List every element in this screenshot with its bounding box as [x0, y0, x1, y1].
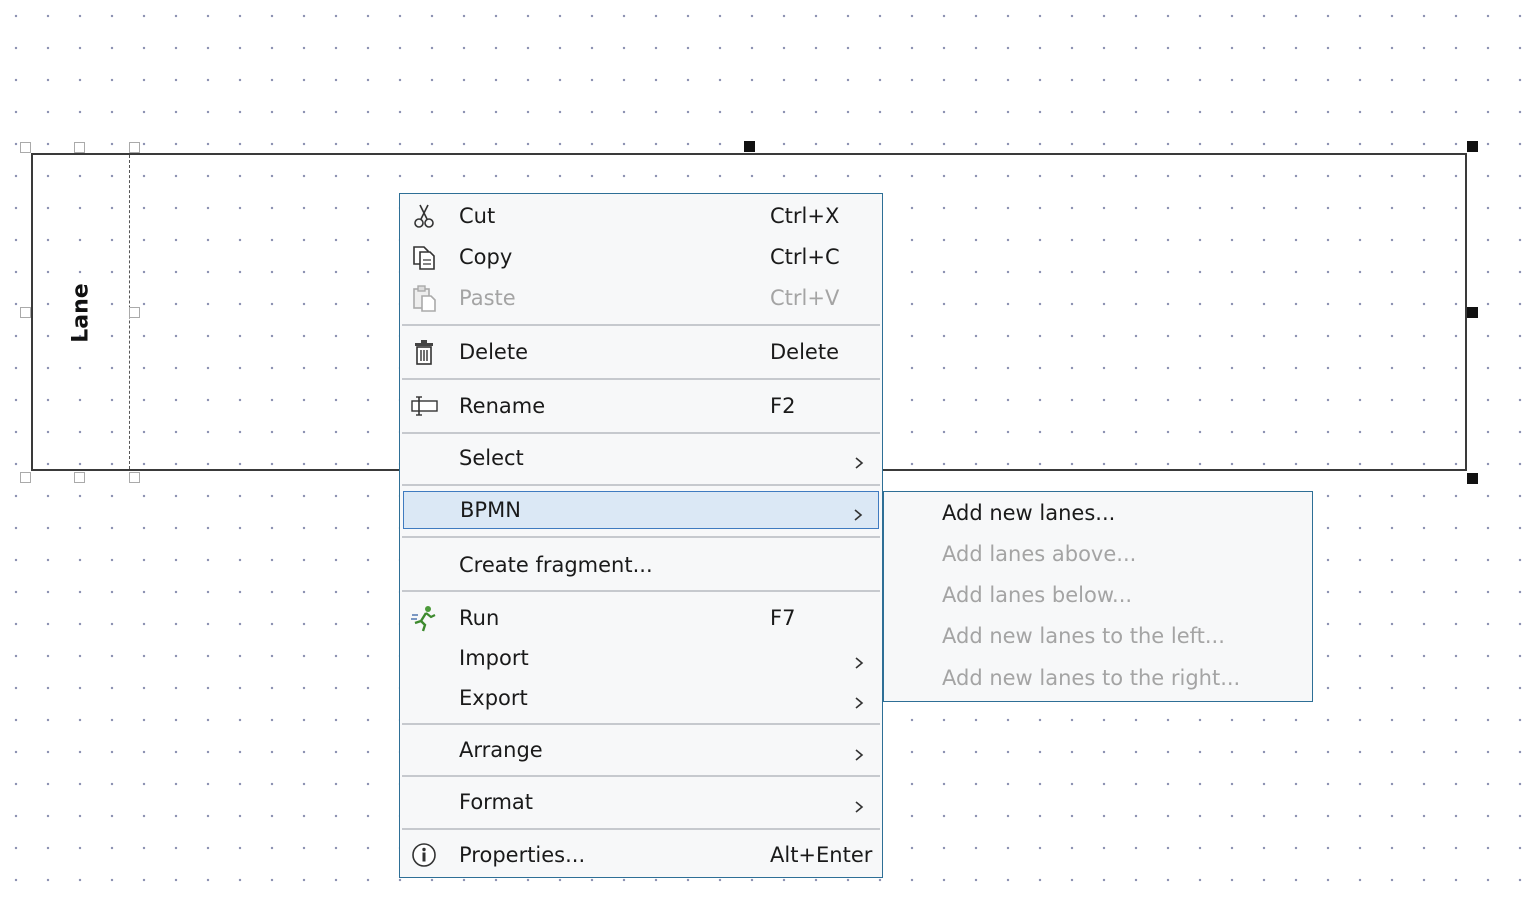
menu-item-export[interactable]: Export	[403, 679, 879, 717]
menu-separator	[402, 324, 880, 326]
menu-separator	[402, 723, 880, 725]
menu-item-label: Import	[459, 646, 529, 670]
selection-handle[interactable]	[74, 142, 85, 153]
menu-separator	[402, 828, 880, 830]
chevron-right-icon	[853, 451, 865, 469]
menu-item-label: BPMN	[460, 498, 521, 522]
submenu-item-add-lanes-above[interactable]: Add lanes above...	[942, 542, 1136, 566]
menu-item-bpmn[interactable]: BPMN	[403, 491, 879, 529]
chevron-right-icon	[853, 795, 865, 813]
bpmn-submenu: Add new lanes... Add lanes above... Add …	[883, 491, 1313, 702]
paste-icon	[409, 283, 439, 313]
menu-item-label: Format	[459, 790, 534, 814]
menu-item-shortcut: Delete	[770, 340, 839, 364]
menu-separator	[402, 432, 880, 434]
menu-item-label: Export	[459, 686, 528, 710]
menu-item-shortcut: Ctrl+X	[770, 204, 840, 228]
menu-item-paste[interactable]: Paste Ctrl+V	[403, 279, 879, 317]
menu-item-label: Cut	[459, 204, 496, 228]
menu-item-import[interactable]: Import	[403, 639, 879, 677]
lane-label: Lane	[68, 283, 94, 343]
menu-item-cut[interactable]: Cut Ctrl+X	[403, 197, 879, 235]
scissors-icon	[409, 201, 439, 231]
trash-icon	[409, 337, 439, 367]
submenu-item-add-lanes-right[interactable]: Add new lanes to the right...	[942, 666, 1240, 690]
menu-item-shortcut: Ctrl+V	[770, 286, 840, 310]
selection-handle[interactable]	[129, 472, 140, 483]
menu-item-label: Paste	[459, 286, 516, 310]
menu-separator	[402, 484, 880, 486]
menu-separator	[402, 775, 880, 777]
menu-item-label: Copy	[459, 245, 513, 269]
menu-item-label: Run	[459, 606, 500, 630]
menu-item-shortcut: Ctrl+C	[770, 245, 840, 269]
menu-item-rename[interactable]: Rename F2	[403, 387, 879, 425]
menu-item-copy[interactable]: Copy Ctrl+C	[403, 238, 879, 276]
rename-icon	[409, 391, 439, 421]
selection-handle[interactable]	[20, 472, 31, 483]
menu-item-format[interactable]: Format	[403, 783, 879, 821]
copy-icon	[409, 242, 439, 272]
menu-item-select[interactable]: Select	[403, 439, 879, 477]
menu-item-label: Delete	[459, 340, 528, 364]
menu-item-shortcut: F7	[770, 606, 796, 630]
menu-item-label: Rename	[459, 394, 546, 418]
context-menu: Cut Ctrl+X Copy Ctrl+C Paste Ctrl+V Dele…	[399, 193, 883, 878]
selection-handle[interactable]	[20, 142, 31, 153]
menu-item-label: Create fragment...	[459, 553, 653, 577]
chevron-right-icon	[853, 743, 865, 761]
submenu-item-add-lanes-below[interactable]: Add lanes below...	[942, 583, 1132, 607]
resize-handle[interactable]	[744, 141, 755, 152]
menu-item-label: Select	[459, 446, 524, 470]
chevron-right-icon	[852, 503, 864, 521]
info-icon	[409, 840, 439, 870]
menu-item-arrange[interactable]: Arrange	[403, 731, 879, 769]
menu-separator	[402, 378, 880, 380]
resize-handle[interactable]	[1467, 141, 1478, 152]
run-icon	[409, 603, 439, 633]
menu-item-run[interactable]: Run F7	[403, 599, 879, 637]
lane-header[interactable]: Lane	[33, 155, 130, 469]
menu-item-properties[interactable]: Properties... Alt+Enter	[403, 836, 879, 874]
menu-separator	[402, 590, 880, 592]
menu-item-label: Arrange	[459, 738, 543, 762]
menu-item-shortcut: Alt+Enter	[770, 843, 873, 867]
menu-item-delete[interactable]: Delete Delete	[403, 333, 879, 371]
selection-handle[interactable]	[129, 307, 140, 318]
resize-handle[interactable]	[1467, 473, 1478, 484]
menu-item-label: Properties...	[459, 843, 586, 867]
selection-handle[interactable]	[20, 307, 31, 318]
menu-item-create-fragment[interactable]: Create fragment...	[403, 546, 879, 584]
resize-handle[interactable]	[1467, 307, 1478, 318]
menu-item-shortcut: F2	[770, 394, 796, 418]
selection-handle[interactable]	[129, 142, 140, 153]
submenu-item-add-lanes-left[interactable]: Add new lanes to the left...	[942, 624, 1225, 648]
chevron-right-icon	[853, 651, 865, 669]
chevron-right-icon	[853, 691, 865, 709]
submenu-item-add-new-lanes[interactable]: Add new lanes...	[942, 501, 1115, 525]
menu-separator	[402, 536, 880, 538]
selection-handle[interactable]	[74, 472, 85, 483]
